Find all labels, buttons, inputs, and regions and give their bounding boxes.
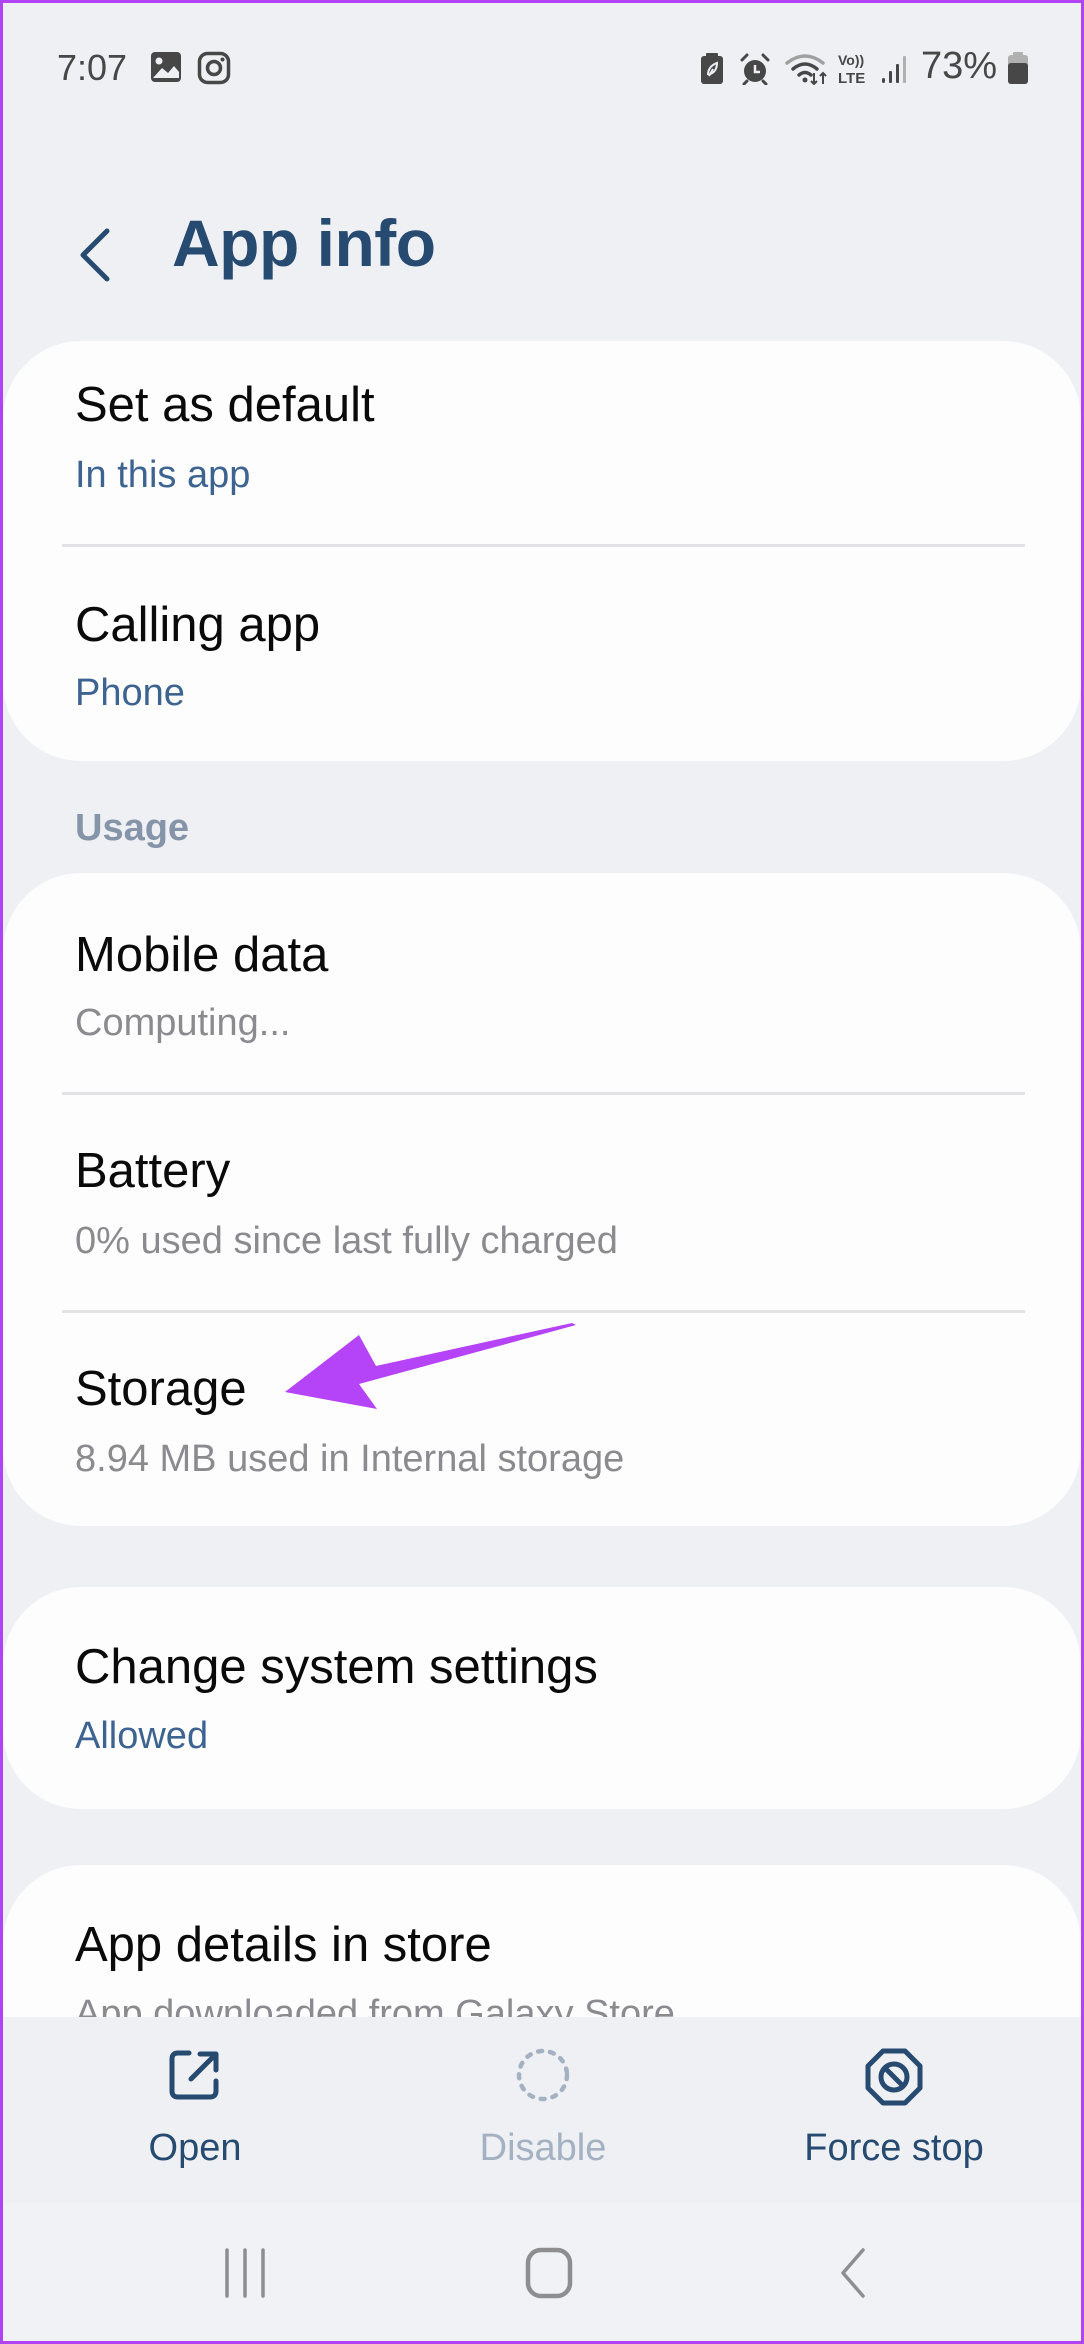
row-subtitle: 8.94 MB used in Internal storage: [75, 1438, 625, 1480]
disable-dotted-circle-icon: [516, 2048, 570, 2102]
force-stop-button[interactable]: Force stop: [744, 2017, 1044, 2197]
row-title: Mobile data: [75, 928, 329, 982]
row-subtitle: App downloaded from Galaxy Store: [75, 1993, 675, 2017]
row-subtitle: Allowed: [75, 1715, 209, 1757]
bottom-action-bar: Open Disable Force stop: [3, 2017, 1081, 2197]
section-label-usage: Usage: [75, 807, 190, 849]
mobile-data-row[interactable]: Mobile data Computing...: [3, 873, 1081, 1091]
battery-row[interactable]: Battery 0% used since last fully charged: [3, 1095, 1081, 1310]
recent-apps-icon: [225, 2248, 265, 2298]
store-card: App details in store App downloaded from…: [3, 1865, 1081, 2017]
settings-list[interactable]: Set as default In this app Calling app P…: [3, 3, 1081, 2017]
system-navigation-bar: [3, 2203, 1081, 2341]
open-button[interactable]: Open: [45, 2017, 345, 2197]
app-details-in-store-row[interactable]: App details in store App downloaded from…: [3, 1865, 1081, 2017]
row-subtitle: Phone: [75, 672, 185, 714]
back-icon: [841, 2248, 865, 2298]
row-subtitle: Computing...: [75, 1002, 291, 1044]
defaults-card: Set as default In this app Calling app P…: [3, 341, 1081, 761]
usage-card: Mobile data Computing... Battery 0% used…: [3, 873, 1081, 1526]
home-button[interactable]: [479, 2223, 619, 2323]
nav-back-button[interactable]: [783, 2223, 923, 2323]
action-label: Force stop: [804, 2127, 984, 2169]
set-as-default-row[interactable]: Set as default In this app: [3, 341, 1081, 545]
row-subtitle: In this app: [75, 454, 251, 496]
app-info-screen: 7:07 Vo)) LTE 73% App info Set as defaul…: [3, 3, 1081, 2341]
row-title: Change system settings: [75, 1640, 598, 1694]
recent-apps-button[interactable]: [175, 2223, 315, 2323]
row-title: Battery: [75, 1144, 231, 1198]
change-system-settings-row[interactable]: Change system settings Allowed: [3, 1587, 1081, 1809]
system-settings-card: Change system settings Allowed: [3, 1587, 1081, 1809]
disable-button[interactable]: Disable: [393, 2017, 693, 2197]
row-title: App details in store: [75, 1918, 492, 1972]
row-title: Set as default: [75, 378, 375, 432]
open-external-icon: [169, 2050, 219, 2100]
row-title: Calling app: [75, 598, 321, 652]
action-label: Open: [148, 2127, 242, 2169]
row-subtitle: 0% used since last fully charged: [75, 1220, 618, 1262]
storage-row[interactable]: Storage 8.94 MB used in Internal storage: [3, 1313, 1081, 1526]
row-title: Storage: [75, 1362, 247, 1416]
action-label: Disable: [479, 2127, 607, 2169]
force-stop-octagon-icon: [865, 2048, 923, 2106]
home-icon: [525, 2247, 573, 2299]
calling-app-row[interactable]: Calling app Phone: [3, 547, 1081, 761]
